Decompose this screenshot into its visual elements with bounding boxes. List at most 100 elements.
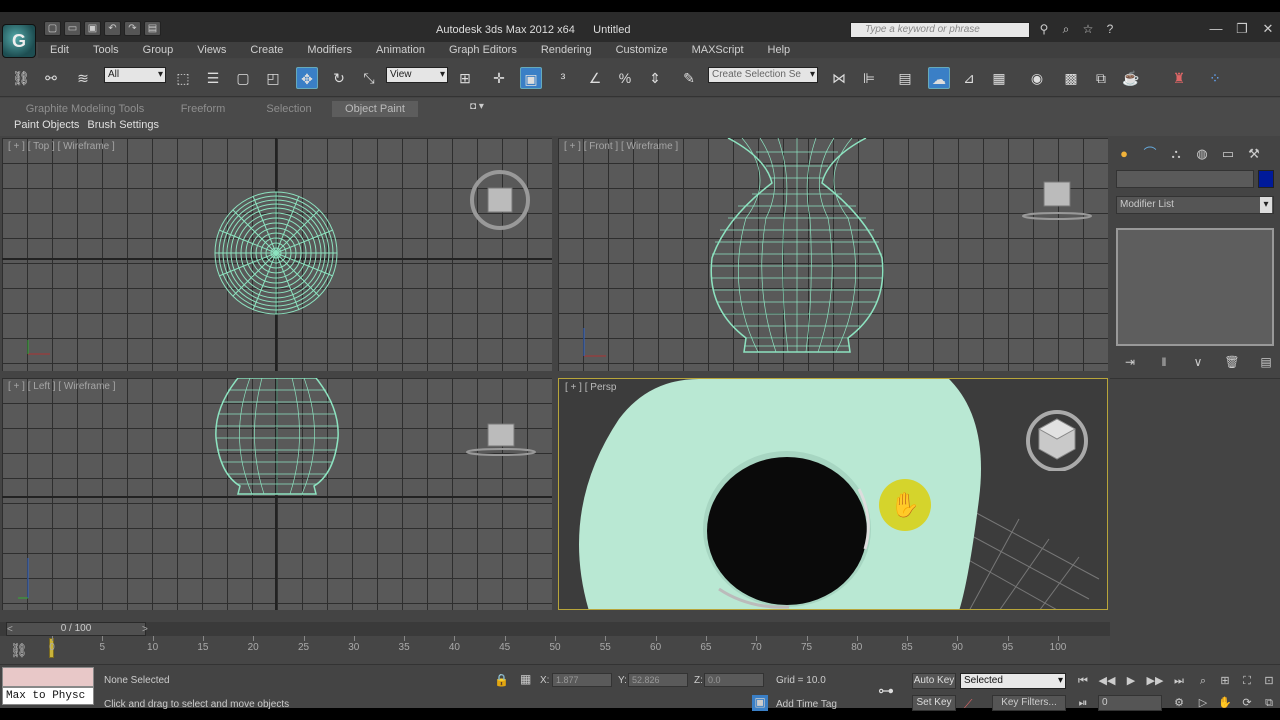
z-coordinate-field[interactable]: 0.0 bbox=[704, 673, 764, 687]
modifier-stack[interactable] bbox=[1116, 228, 1274, 346]
angle-snap-icon[interactable]: ∠ bbox=[584, 67, 606, 89]
select-by-name-icon[interactable]: ☰ bbox=[202, 67, 224, 89]
help-icon[interactable]: ? bbox=[1102, 21, 1118, 37]
time-slider[interactable]: < 0 / 100 > bbox=[0, 622, 1110, 636]
snaps-toggle-icon[interactable]: ³ bbox=[552, 67, 574, 89]
menu-animation[interactable]: Animation bbox=[364, 42, 437, 58]
vase-wireframe-top[interactable] bbox=[213, 190, 339, 316]
time-slider-prev[interactable]: < bbox=[7, 624, 13, 636]
curve-editor-icon[interactable]: ⊿ bbox=[958, 67, 980, 89]
viewport-label-left[interactable]: [ + ] [ Left ] [ Wireframe ] bbox=[8, 381, 116, 392]
tab-selection[interactable]: Selection bbox=[246, 101, 332, 117]
align-icon[interactable]: ⊫ bbox=[858, 67, 880, 89]
menu-modifiers[interactable]: Modifiers bbox=[295, 42, 364, 58]
zoom-extents-all-icon[interactable]: ⊡ bbox=[1260, 673, 1278, 689]
previous-frame-icon[interactable]: ◀◀ bbox=[1098, 673, 1116, 689]
mirror-icon[interactable]: ⋈ bbox=[828, 67, 850, 89]
menu-customize[interactable]: Customize bbox=[604, 42, 680, 58]
rendered-frame-window-icon[interactable]: ⧉ bbox=[1090, 67, 1112, 89]
save-icon[interactable]: ▣ bbox=[84, 21, 101, 36]
maximize-icon[interactable]: ❐ bbox=[1234, 21, 1250, 37]
modify-icon[interactable]: ⌒ bbox=[1140, 144, 1160, 164]
menu-graph-editors[interactable]: Graph Editors bbox=[437, 42, 529, 58]
menu-group[interactable]: Group bbox=[131, 42, 186, 58]
display-icon[interactable]: ▭ bbox=[1218, 144, 1238, 164]
minimize-icon[interactable]: — bbox=[1208, 21, 1224, 37]
viewport-left[interactable]: [ + ] [ Left ] [ Wireframe ] bbox=[2, 378, 552, 610]
y-coordinate-field[interactable]: 52.826 bbox=[628, 673, 688, 687]
key-tangent-icon[interactable]: ⟋ bbox=[964, 697, 972, 712]
select-object-icon[interactable]: ⬚ bbox=[172, 67, 194, 89]
render-production-icon[interactable]: ☕ bbox=[1120, 67, 1142, 89]
pin-stack-icon[interactable]: ⇥ bbox=[1120, 354, 1140, 370]
configure-sets-icon[interactable]: ▤ bbox=[1256, 354, 1276, 370]
tab-graphite-modeling-tools[interactable]: Graphite Modeling Tools bbox=[10, 101, 160, 117]
binoculars-icon[interactable]: ⚲ bbox=[1036, 21, 1052, 37]
maxscript-output[interactable] bbox=[2, 667, 94, 687]
rect-selection-icon[interactable]: ▢ bbox=[232, 67, 254, 89]
menu-tools[interactable]: Tools bbox=[81, 42, 131, 58]
show-end-result-icon[interactable]: ‖ bbox=[1154, 354, 1174, 370]
graphite-toggle-icon[interactable]: ☁ bbox=[928, 67, 950, 89]
viewport-top[interactable]: [ + ] [ Top ] [ Wireframe ] bbox=[2, 138, 552, 371]
remove-modifier-icon[interactable]: 🗑 bbox=[1222, 354, 1242, 370]
add-time-tag-button[interactable]: Add Time Tag bbox=[776, 699, 837, 710]
current-frame-field[interactable]: 0 bbox=[1098, 695, 1162, 711]
zoom-icon[interactable]: ⌕ bbox=[1194, 673, 1212, 689]
viewport-perspective[interactable]: [ + ] [ Persp ✋ bbox=[558, 378, 1108, 610]
menu-edit[interactable]: Edit bbox=[38, 42, 81, 58]
vase-wireframe-left[interactable] bbox=[214, 378, 340, 496]
layer-manager-icon[interactable]: ▤ bbox=[894, 67, 916, 89]
play-icon[interactable]: ▶ bbox=[1122, 673, 1140, 689]
object-paint-tool-icon[interactable]: ♜ bbox=[1168, 67, 1190, 89]
field-of-view-icon[interactable]: ▷ bbox=[1194, 695, 1212, 711]
tab-object-paint[interactable]: Object Paint bbox=[332, 101, 418, 117]
panel-brush-settings[interactable]: Brush Settings bbox=[87, 119, 159, 131]
schematic-view-icon[interactable]: ▦ bbox=[988, 67, 1010, 89]
star-icon[interactable]: ☆ bbox=[1080, 21, 1096, 37]
modifier-list-dropdown[interactable]: Modifier List bbox=[1116, 196, 1274, 214]
undo-icon[interactable]: ↶ bbox=[104, 21, 121, 36]
vase-wireframe-front[interactable] bbox=[706, 138, 888, 364]
x-coordinate-field[interactable]: 1.877 bbox=[552, 673, 612, 687]
select-and-rotate-icon[interactable]: ↻ bbox=[328, 67, 350, 89]
select-and-move-icon[interactable]: ✥ bbox=[296, 67, 318, 89]
menu-views[interactable]: Views bbox=[185, 42, 238, 58]
viewcube-perspective[interactable] bbox=[1023, 407, 1093, 471]
selection-filter-dropdown[interactable]: All bbox=[104, 67, 166, 83]
search-icon[interactable]: ⌕ bbox=[1058, 21, 1074, 37]
project-icon[interactable]: ▤ bbox=[144, 21, 161, 36]
time-slider-handle[interactable]: < 0 / 100 > bbox=[6, 622, 148, 636]
selection-lock-icon[interactable]: 🔒 bbox=[494, 673, 509, 687]
menu-maxscript[interactable]: MAXScript bbox=[680, 42, 756, 58]
key-mode-dropdown[interactable]: Selected bbox=[960, 673, 1066, 689]
menu-help[interactable]: Help bbox=[756, 42, 803, 58]
spinner-snap-icon[interactable]: ⇕ bbox=[644, 67, 666, 89]
time-slider-next[interactable]: > bbox=[142, 624, 148, 636]
window-crossing-icon[interactable]: ◰ bbox=[262, 67, 284, 89]
orbit-icon[interactable]: ⟳ bbox=[1238, 695, 1256, 711]
viewport-label-front[interactable]: [ + ] [ Front ] [ Wireframe ] bbox=[564, 141, 678, 152]
open-icon[interactable]: ▭ bbox=[64, 21, 81, 36]
bind-space-warp-icon[interactable]: ≋ bbox=[72, 67, 94, 89]
panel-paint-objects[interactable]: Paint Objects bbox=[14, 119, 79, 131]
object-name-field[interactable] bbox=[1116, 170, 1254, 188]
render-setup-icon[interactable]: ▩ bbox=[1060, 67, 1082, 89]
create-icon[interactable]: ● bbox=[1114, 144, 1134, 164]
unlink-icon[interactable]: ⚯ bbox=[40, 67, 62, 89]
object-color-swatch[interactable] bbox=[1258, 170, 1274, 188]
scatter-icon[interactable]: ⁘ bbox=[1204, 67, 1226, 89]
viewport-label-top[interactable]: [ + ] [ Top ] [ Wireframe ] bbox=[8, 141, 115, 152]
viewport-front[interactable]: [ + ] [ Front ] [ Wireframe ] bbox=[558, 138, 1108, 371]
reference-coord-dropdown[interactable]: View bbox=[386, 67, 448, 83]
set-keys-icon[interactable]: ⊶ bbox=[878, 681, 894, 701]
pan-view-icon[interactable]: ✋ bbox=[1216, 695, 1234, 711]
next-frame-icon[interactable]: ▶▶ bbox=[1146, 673, 1164, 689]
hierarchy-icon[interactable]: ⛬ bbox=[1166, 144, 1186, 164]
motion-icon[interactable]: ◍ bbox=[1192, 144, 1212, 164]
key-filters-button[interactable]: Key Filters... bbox=[992, 695, 1066, 711]
close-icon[interactable]: ✕ bbox=[1260, 21, 1276, 37]
application-button[interactable]: G bbox=[2, 24, 36, 58]
select-manipulate-icon[interactable]: ✛ bbox=[488, 67, 510, 89]
link-icon[interactable]: ⛓ bbox=[10, 67, 32, 89]
